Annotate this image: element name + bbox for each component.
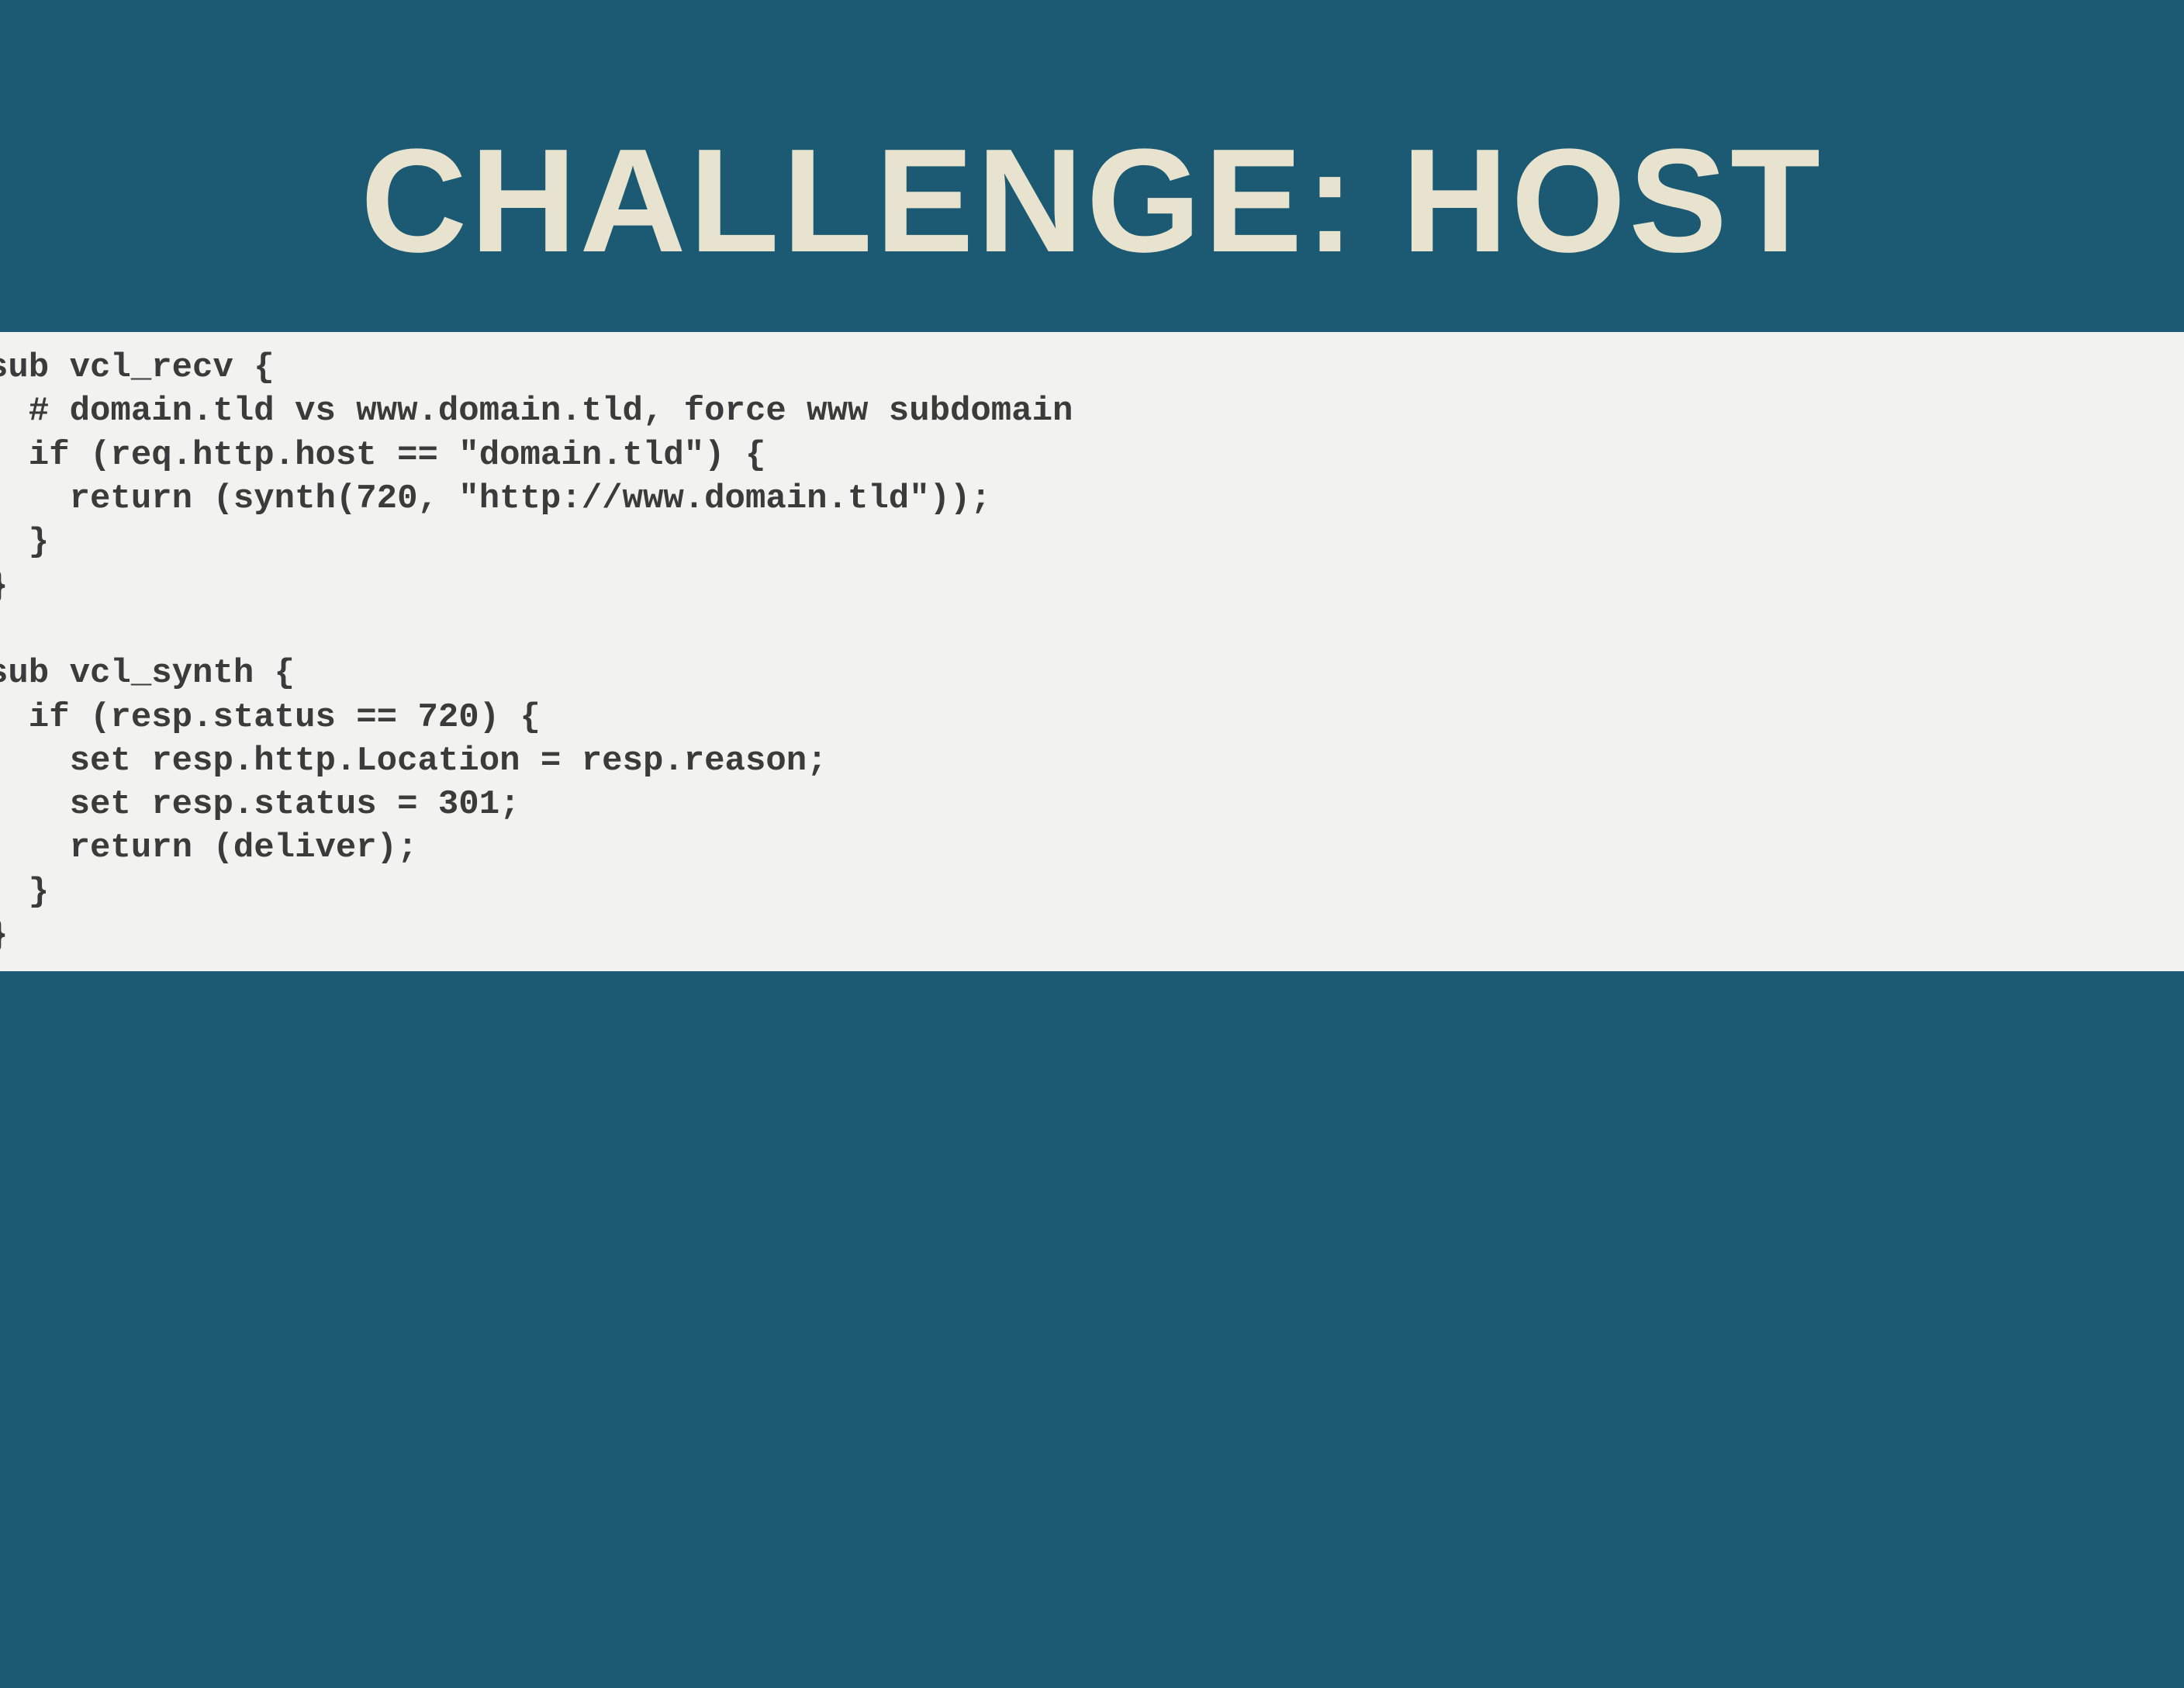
slide-title: CHALLENGE: HOST (0, 116, 2184, 285)
code-content: sub vcl_recv { # domain.tld vs www.domai… (0, 346, 2184, 957)
slide-header: CHALLENGE: HOST (0, 0, 2184, 332)
slide: CHALLENGE: HOST sub vcl_recv { # domain.… (0, 0, 2184, 1688)
code-block: sub vcl_recv { # domain.tld vs www.domai… (0, 332, 2184, 971)
